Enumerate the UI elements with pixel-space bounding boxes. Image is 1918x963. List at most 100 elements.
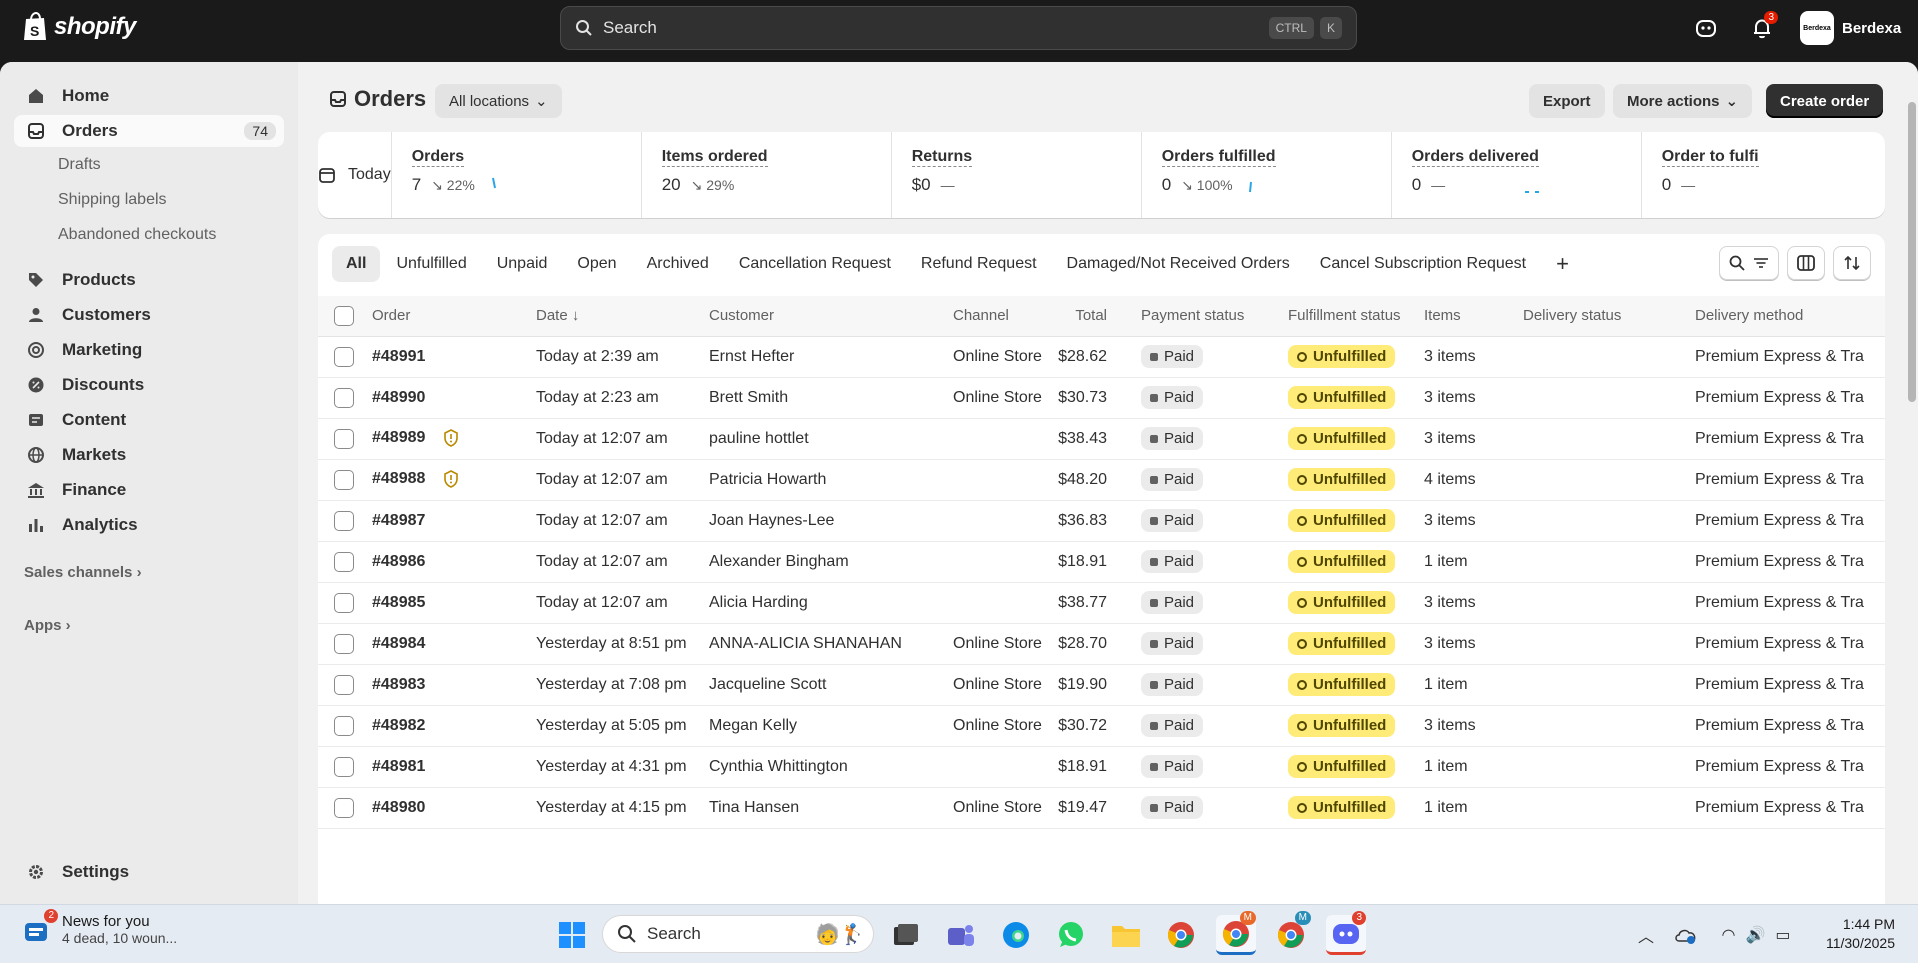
tab-open[interactable]: Open [563,246,630,282]
sidebar-item-orders[interactable]: Orders 74 [14,115,284,147]
select-all-checkbox[interactable] [334,305,354,326]
notifications-button[interactable]: 3 [1748,11,1778,42]
task-view-button[interactable] [886,915,926,955]
discord-app[interactable]: 3 [1326,911,1366,955]
row-checkbox[interactable] [334,756,354,777]
more-actions-button[interactable]: More actions ⌄ [1613,84,1753,118]
sidebar-item-settings[interactable]: Settings [14,856,284,888]
item-count[interactable]: 4 items [1424,459,1523,501]
item-count[interactable]: 3 items [1424,705,1523,747]
order-number[interactable]: #48982 [372,717,425,734]
metric-order-to-fulfill[interactable]: Order to fulfi 0 — [1642,132,1885,218]
sidebar-item-content[interactable]: Content [14,404,284,436]
chrome-profile-1-app[interactable]: M [1216,911,1256,955]
tab-refund-request[interactable]: Refund Request [907,246,1051,282]
tab-damaged-not-received[interactable]: Damaged/Not Received Orders [1053,246,1304,282]
show-hidden-icons-button[interactable]: ︿ [1626,915,1666,955]
metric-orders-fulfilled[interactable]: Orders fulfilled 0 ↘ 100% [1142,132,1392,218]
tab-unpaid[interactable]: Unpaid [483,246,562,282]
table-row[interactable]: #48988 Today at 12:07 am Patricia Howarth $… [318,459,1885,501]
tab-archived[interactable]: Archived [633,246,723,282]
item-count[interactable]: 3 items [1424,377,1523,419]
sidebar-item-finance[interactable]: Finance [14,474,284,506]
apps-section[interactable]: Apps › [24,617,71,634]
item-count[interactable]: 1 item [1424,664,1523,706]
file-explorer-app[interactable] [1106,915,1146,955]
item-count[interactable]: 3 items [1424,623,1523,665]
global-search[interactable]: Search CTRL K [560,6,1357,50]
order-number[interactable]: #48983 [372,676,425,693]
sidebar-item-shipping-labels[interactable]: Shipping labels [58,191,167,209]
order-number[interactable]: #48981 [372,758,425,775]
sidebar-item-customers[interactable]: Customers [14,299,284,331]
order-number[interactable]: #48987 [372,512,425,529]
table-row[interactable]: #48980 Yesterday at 4:15 pm Tina Hansen Onl… [318,787,1885,829]
item-count[interactable]: 1 item [1424,746,1523,788]
table-row[interactable]: #48985 Today at 12:07 am Alicia Harding $38… [318,582,1885,624]
row-checkbox[interactable] [334,387,354,408]
order-number[interactable]: #48984 [372,635,425,652]
tab-cancellation-request[interactable]: Cancellation Request [725,246,905,282]
order-number[interactable]: #48985 [372,594,425,611]
onedrive-tray[interactable] [1666,915,1706,955]
item-count[interactable]: 1 item [1424,787,1523,829]
sidebar-item-discounts[interactable]: Discounts [14,369,284,401]
table-row[interactable]: #48987 Today at 12:07 am Joan Haynes-Lee $3… [318,500,1885,542]
col-date[interactable]: Date ↓ [536,296,709,337]
whatsapp-app[interactable] [1051,915,1091,955]
store-menu[interactable]: Berdexa Berdexa [1800,11,1901,45]
tab-unfulfilled[interactable]: Unfulfilled [382,246,480,282]
sidebar-item-abandoned-checkouts[interactable]: Abandoned checkouts [58,226,216,244]
row-checkbox[interactable] [334,346,354,367]
taskbar-search[interactable]: Search 🧓🏌 [602,915,874,953]
row-checkbox[interactable] [334,592,354,613]
table-row[interactable]: #48986 Today at 12:07 am Alexander Bingham… [318,541,1885,583]
order-number[interactable]: #48988 [372,471,425,488]
sort-button[interactable] [1833,246,1871,280]
table-row[interactable]: #48981 Yesterday at 4:31 pm Cynthia Whitti… [318,746,1885,788]
chrome-profile-2-app[interactable]: M [1271,911,1311,955]
order-number[interactable]: #48989 [372,430,425,447]
edge-app[interactable] [996,915,1036,955]
location-selector[interactable]: All locations ⌄ [435,84,562,118]
row-checkbox[interactable] [334,797,354,818]
item-count[interactable]: 3 items [1424,336,1523,378]
vertical-scrollbar[interactable] [1906,62,1918,904]
start-button[interactable] [552,915,592,955]
metric-items-ordered[interactable]: Items ordered 20 ↘ 29% [642,132,892,218]
table-row[interactable]: #48982 Yesterday at 5:05 pm Megan Kelly Onl… [318,705,1885,747]
table-row[interactable]: #48989 Today at 12:07 am pauline hottlet $3… [318,418,1885,460]
columns-button[interactable] [1787,246,1825,280]
news-widget[interactable]: 2 News for you 4 dead, 10 woun... [22,908,177,946]
row-checkbox[interactable] [334,428,354,449]
table-row[interactable]: #48984 Yesterday at 8:51 pm ANNA-ALICIA SH… [318,623,1885,665]
teams-app[interactable] [941,915,981,955]
order-number[interactable]: #48980 [372,799,425,816]
row-checkbox[interactable] [334,674,354,695]
row-checkbox[interactable] [334,633,354,654]
order-number[interactable]: #48991 [372,348,425,365]
order-number[interactable]: #48986 [372,553,425,570]
export-button[interactable]: Export [1529,84,1605,118]
search-filter-button[interactable] [1719,246,1779,280]
tab-all[interactable]: All [332,246,381,282]
item-count[interactable]: 3 items [1424,418,1523,460]
row-checkbox[interactable] [334,469,354,490]
sidekick-button[interactable] [1692,14,1720,42]
metric-orders[interactable]: Orders 7 ↘ 22% [392,132,642,218]
sidebar-item-home[interactable]: Home [14,80,284,112]
add-view-button[interactable]: + [1542,246,1583,282]
date-range-button[interactable]: Today [318,132,392,218]
table-row[interactable]: #48983 Yesterday at 7:08 pm Jacqueline Sco… [318,664,1885,706]
table-row[interactable]: #48991 Today at 2:39 am Ernst Hefter Online… [318,336,1885,378]
order-number[interactable]: #48990 [372,389,425,406]
sales-channels-section[interactable]: Sales channels › [24,564,142,581]
sidebar-item-drafts[interactable]: Drafts [58,156,101,174]
sidebar-item-analytics[interactable]: Analytics [14,509,284,541]
system-tray[interactable]: ◠ 🔊 ▭ [1706,915,1806,955]
scrollbar-thumb[interactable] [1908,102,1916,402]
chrome-app[interactable] [1161,915,1201,955]
item-count[interactable]: 3 items [1424,582,1523,624]
shopify-logo[interactable]: S shopify [22,12,136,42]
system-clock[interactable]: 1:44 PM 11/30/2025 [1815,915,1895,953]
